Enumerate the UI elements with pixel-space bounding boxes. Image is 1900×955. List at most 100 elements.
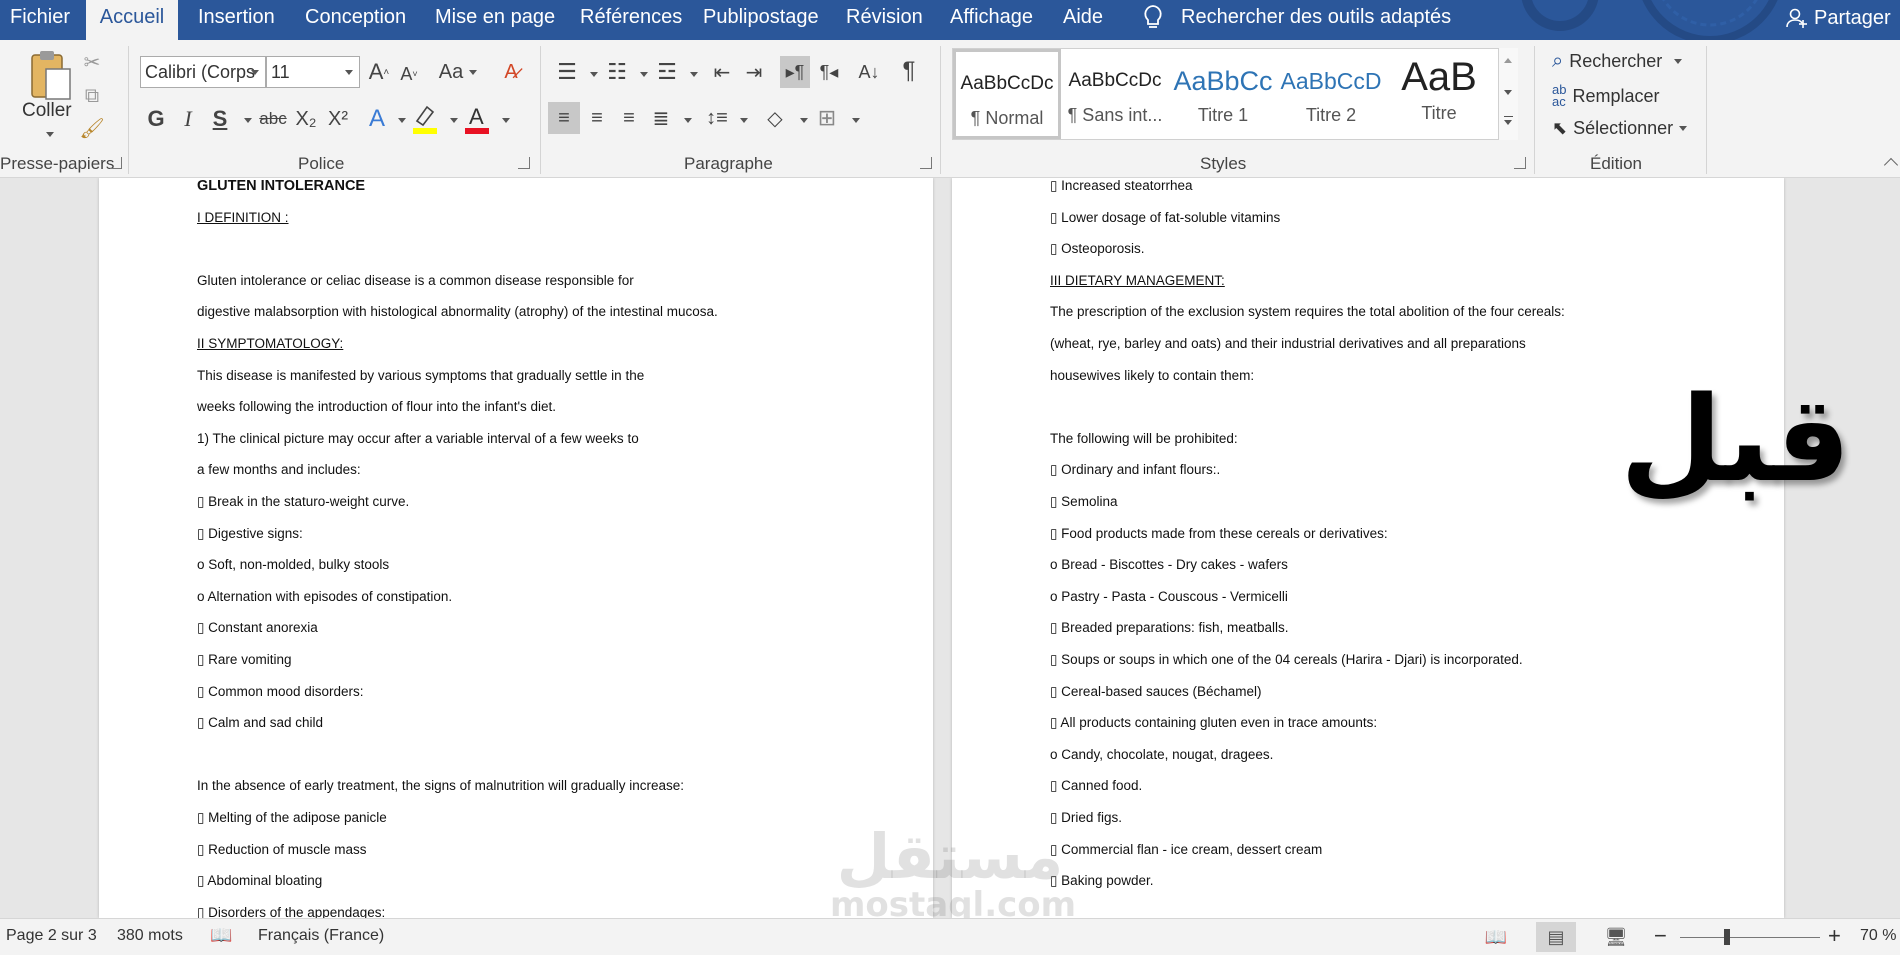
styles-gallery-scroll[interactable] (1498, 48, 1518, 140)
word-count[interactable]: 380 mots (117, 927, 183, 945)
paragraph-line: ▯ Lower dosage of fat-soluble vitamins (1050, 209, 1281, 225)
collapse-ribbon-icon[interactable] (1883, 157, 1899, 173)
borders-icon[interactable]: ⊞ (812, 102, 842, 134)
select-dropdown-icon (1679, 126, 1688, 131)
shading-dropdown-icon[interactable] (800, 118, 808, 123)
format-painter-icon[interactable]: 🖌 (79, 116, 104, 140)
multilevel-dropdown-icon[interactable] (690, 72, 698, 77)
proofing-icon[interactable]: 📖 (210, 925, 232, 946)
document-page-right[interactable]: ▯ Increased steatorrhea ▯ Lower dosage of… (952, 178, 1784, 918)
zoom-slider-thumb[interactable] (1723, 929, 1730, 945)
page-count[interactable]: Page 2 sur 3 (6, 927, 97, 945)
tab-fichier[interactable]: Fichier (0, 0, 80, 40)
show-marks-icon[interactable]: ¶ (894, 56, 924, 86)
numbering-icon[interactable]: ☷ (602, 58, 632, 86)
paste-dropdown-icon[interactable] (46, 132, 54, 137)
subscript-button[interactable]: X₂ (292, 104, 320, 134)
font-launcher-icon[interactable] (518, 157, 530, 169)
superscript-button[interactable]: X² (324, 104, 352, 134)
line-spacing-dropdown-icon[interactable] (740, 118, 748, 123)
font-color-dropdown-icon[interactable] (502, 118, 510, 123)
tell-me-search[interactable]: Rechercher des outils adaptés (1181, 0, 1451, 34)
search-icon: ⌕ (1552, 50, 1564, 72)
ltr-direction-icon[interactable]: ▸¶ (780, 56, 810, 88)
highlight-dropdown-icon[interactable] (450, 118, 458, 123)
tab-insertion[interactable]: Insertion (198, 0, 298, 40)
bullets-icon[interactable]: ☰ (552, 58, 582, 86)
highlighter-icon (413, 105, 437, 134)
text-effects-icon[interactable]: A (364, 104, 390, 134)
tab-references[interactable]: Références (580, 0, 700, 40)
style-heading-2[interactable]: AaBbCcD Titre 2 (1277, 49, 1385, 139)
sort-icon[interactable]: A↓ (854, 58, 884, 86)
increase-indent-icon[interactable]: ⇥ (740, 58, 768, 86)
bullets-dropdown-icon[interactable] (590, 72, 598, 77)
numbering-dropdown-icon[interactable] (640, 72, 648, 77)
zoom-in-icon[interactable]: + (1828, 923, 1841, 949)
find-button[interactable]: ⌕ Rechercher (1552, 50, 1683, 73)
text-effects-dropdown-icon[interactable] (398, 118, 406, 123)
print-layout-button[interactable]: ▤ (1536, 922, 1576, 952)
tab-accueil[interactable]: Accueil (86, 0, 178, 40)
paragraph-line: ▯ Common mood disorders: (197, 683, 364, 699)
gallery-down-icon[interactable] (1504, 90, 1512, 95)
paste-label[interactable]: Coller (22, 100, 72, 122)
shading-icon[interactable]: ◇ (760, 102, 790, 134)
tab-conception[interactable]: Conception (305, 0, 425, 40)
paragraph-line: ▯ Rare vomiting (197, 652, 292, 667)
gallery-up-icon[interactable] (1504, 58, 1512, 63)
highlight-button[interactable] (410, 102, 440, 136)
tab-publipostage[interactable]: Publipostage (703, 0, 833, 40)
font-name-select[interactable]: Calibri (Corps (140, 56, 266, 88)
paragraph-launcher-icon[interactable] (920, 157, 932, 169)
multilevel-list-icon[interactable]: ☲ (652, 58, 682, 86)
share-button[interactable]: Partager (1786, 0, 1891, 36)
font-color-button[interactable]: A (462, 102, 492, 136)
tab-mise-en-page[interactable]: Mise en page (435, 0, 565, 40)
clear-formatting-icon[interactable]: A̷ (496, 58, 526, 86)
language-indicator[interactable]: Français (France) (258, 927, 384, 945)
italic-button[interactable]: I (176, 104, 200, 134)
zoom-level[interactable]: 70 % (1860, 927, 1896, 945)
line-spacing-icon[interactable]: ↕≡ (702, 102, 732, 134)
gallery-more-icon[interactable] (1504, 116, 1513, 117)
bold-button[interactable]: G (144, 104, 168, 134)
zoom-slider-track[interactable] (1680, 937, 1820, 938)
copy-icon[interactable]: ⧉ (80, 84, 104, 108)
font-size-select[interactable]: 11 (266, 56, 360, 88)
tab-revision[interactable]: Révision (846, 0, 926, 40)
tab-aide[interactable]: Aide (1063, 0, 1113, 40)
zoom-out-icon[interactable]: − (1654, 923, 1667, 949)
cut-icon[interactable]: ✂ (80, 50, 104, 74)
decrease-indent-icon[interactable]: ⇤ (708, 58, 736, 86)
paragraph-line: weeks following the introduction of flou… (197, 399, 557, 415)
justify-dropdown-icon[interactable] (684, 118, 692, 123)
web-layout-button[interactable]: 🖥 (1596, 922, 1636, 952)
select-button[interactable]: ⬉ Sélectionner (1552, 118, 1688, 139)
change-case-button[interactable]: Aa (438, 58, 478, 86)
align-left-icon[interactable]: ≡ (548, 102, 580, 134)
document-page-left[interactable]: GLUTEN INTOLERANCE I DEFINITION : Gluten i… (99, 178, 933, 918)
borders-dropdown-icon[interactable] (852, 118, 860, 123)
styles-launcher-icon[interactable] (1514, 157, 1526, 169)
underline-dropdown-icon[interactable] (244, 118, 252, 123)
style-heading-1[interactable]: AaBbCc Titre 1 (1169, 49, 1277, 139)
paste-button[interactable] (22, 48, 78, 104)
replace-button[interactable]: ab ac Remplacer (1552, 83, 1660, 108)
clipboard-launcher-icon[interactable] (110, 157, 122, 169)
align-center-icon[interactable]: ≡ (582, 102, 612, 134)
style-normal[interactable]: AaBbCcDc ¶ Normal (953, 49, 1061, 139)
strikethrough-button[interactable]: abc (258, 104, 288, 134)
style-title[interactable]: AaB Titre (1385, 49, 1493, 139)
style-no-spacing[interactable]: AaBbCcDc ¶ Sans int... (1061, 49, 1169, 139)
align-right-icon[interactable]: ≡ (614, 102, 644, 134)
grow-font-icon[interactable]: A ˄ (366, 58, 392, 86)
justify-icon[interactable]: ≣ (646, 102, 676, 134)
paragraph-line: This disease is manifested by various sy… (197, 367, 645, 383)
rtl-direction-icon[interactable]: ¶◂ (814, 58, 844, 86)
underline-button[interactable]: S (208, 104, 232, 134)
tab-affichage[interactable]: Affichage (950, 0, 1050, 40)
read-mode-button[interactable]: 📖 (1476, 922, 1516, 952)
shrink-font-icon[interactable]: A ˅ (396, 60, 422, 88)
gallery-more-arrow-icon[interactable] (1504, 120, 1512, 125)
